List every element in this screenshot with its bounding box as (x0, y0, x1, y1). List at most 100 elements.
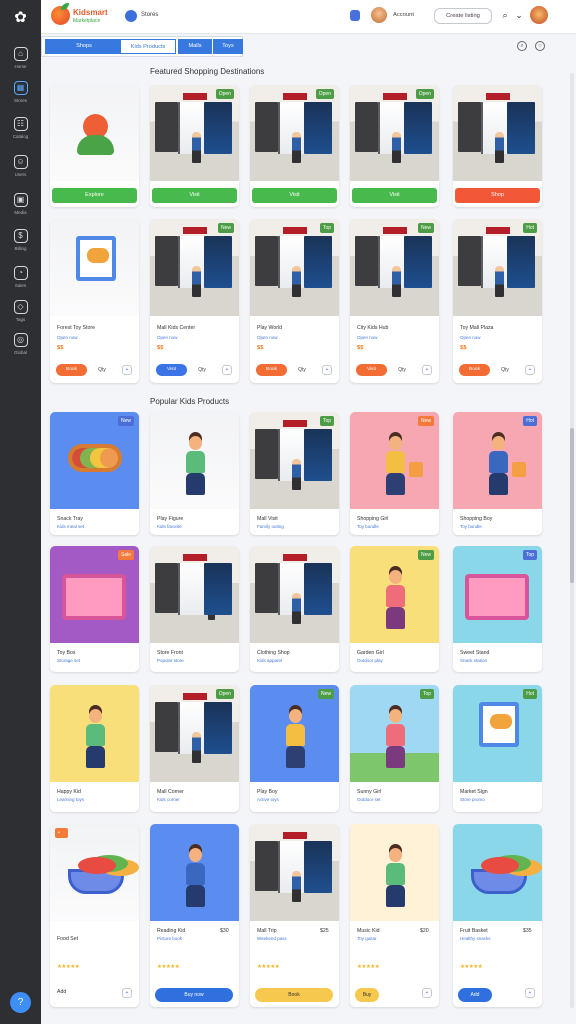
shop-detail-card[interactable]: New Mall Kids Center Open now $$ Visit Qty + (150, 219, 239, 383)
product-card[interactable]: Sale Toy Box Storage set (50, 546, 139, 672)
profile-avatar[interactable] (530, 6, 548, 24)
shop-button[interactable]: Shop (455, 188, 540, 203)
book-button[interactable]: Book (255, 988, 333, 1002)
product-card[interactable]: New Shopping Girl Toy bundle (350, 412, 439, 535)
add-button[interactable]: Add (458, 988, 492, 1002)
buy-button[interactable]: Buy (355, 988, 379, 1002)
cart-icon[interactable]: + (122, 365, 132, 375)
notification-icon[interactable] (350, 10, 360, 21)
scrollbar-thumb[interactable] (570, 428, 574, 583)
product-card[interactable]: Play Figure Kids favorite (150, 412, 239, 535)
search-icon[interactable]: ⌕ (499, 9, 511, 21)
settings-circle-icon[interactable]: ○ (535, 41, 545, 51)
product-name: Play Figure (157, 516, 184, 522)
store-sign (486, 93, 510, 100)
sidebar-item-catalog[interactable]: ☷ Catalog (0, 114, 41, 148)
review-card[interactable]: • Food Set ★★★★★ Add + (50, 824, 139, 1007)
product-subtitle: Storage set (57, 658, 81, 663)
review-card[interactable]: Music Kid Toy guitar $20 ★★★★★ Buy + (350, 824, 439, 1007)
sidebar-item-stores[interactable]: ▦ Stores (0, 78, 41, 112)
product-card[interactable]: Open Mall Corner Kids corner (150, 685, 239, 812)
product-card[interactable]: Hot Shopping Boy Toy bundle (453, 412, 542, 535)
shop-card[interactable]: Open Visit (250, 85, 339, 207)
book-button[interactable]: Book (56, 364, 87, 376)
product-name: Food Set (57, 936, 79, 942)
nav-store-icon[interactable] (125, 10, 137, 22)
book-button[interactable]: Book (256, 364, 287, 376)
account-label[interactable]: Account (393, 12, 435, 18)
buy-now-button[interactable]: Buy now (155, 988, 233, 1002)
fruit-basket-icon (471, 857, 527, 894)
shop-card[interactable]: Explore (50, 85, 139, 207)
cart-icon[interactable]: + (525, 988, 535, 998)
mall-image: New (150, 219, 239, 316)
store-sign (183, 693, 207, 700)
shop-detail-card[interactable]: Hot Toy Mall Plaza Open now $$ Book Qty + (453, 219, 542, 383)
product-card[interactable]: Store Front Popular store (150, 546, 239, 672)
sidebar-item-global[interactable]: ◎ Global (0, 330, 41, 364)
explore-button[interactable]: Explore (52, 188, 137, 203)
user-avatar[interactable] (371, 7, 387, 23)
shop-detail-card[interactable]: New City Kids Hub Open now $$ Visit Qty + (350, 219, 439, 383)
child-figure (384, 436, 407, 494)
child-figure (284, 709, 307, 767)
help-button[interactable]: ? (10, 992, 31, 1013)
tab-kids-products[interactable]: Kids Products (120, 39, 176, 54)
tab-malls[interactable]: Malls (178, 39, 212, 54)
create-listing-button[interactable]: Create listing (434, 8, 492, 24)
product-card[interactable]: Hot Market Sign Store promo (453, 685, 542, 812)
shop-card[interactable]: Open Visit (150, 85, 239, 207)
app-logo-icon[interactable]: ✿ (12, 9, 29, 26)
shop-detail-card[interactable]: Forest Toy Store Open now $$ Book Qty + (50, 219, 139, 383)
product-image: Hot (453, 685, 542, 782)
product-image: New (350, 546, 439, 643)
review-card[interactable]: Mall Trip Weekend pass $25 ★★★★★ Book (250, 824, 339, 1007)
visit-button[interactable]: Visit (152, 188, 237, 203)
book-button[interactable]: Book (459, 364, 490, 376)
product-card[interactable]: New Play Boy Active toys (250, 685, 339, 812)
add-label[interactable]: Add (57, 989, 91, 995)
shop-card[interactable]: Shop (453, 85, 542, 207)
visit-button[interactable]: Visit (156, 364, 187, 376)
cart-icon[interactable]: + (422, 365, 432, 375)
search-circle-icon[interactable]: ⌕ (517, 41, 527, 51)
visit-button[interactable]: Visit (352, 188, 437, 203)
status-badge: • (55, 828, 68, 838)
visit-button[interactable]: Visit (356, 364, 387, 376)
review-card[interactable]: Reading Kid Picture book $30 ★★★★★ Buy now (150, 824, 239, 1007)
quantity-label: Qty (98, 367, 106, 373)
sidebar-item-billing[interactable]: $ Billing (0, 226, 41, 260)
store-sign (283, 554, 307, 561)
sidebar-item-sales[interactable]: ◔ Sales (0, 263, 41, 297)
product-card[interactable]: Clothing Shop Kids apparel (250, 546, 339, 672)
price-level: $$ (57, 345, 64, 351)
filter-icon[interactable]: ⌄ (513, 9, 525, 21)
product-card[interactable]: Top Mall Visit Family outing (250, 412, 339, 535)
child-figure (84, 709, 107, 767)
sidebar-item-tags[interactable]: ◇ Tags (0, 297, 41, 331)
sidebar-item-media[interactable]: ▣ Media (0, 190, 41, 224)
product-card[interactable]: Happy Kid Learning toys (50, 685, 139, 812)
product-subtitle: Toy bundle (460, 524, 482, 529)
sidebar-item-users[interactable]: ☺ Users (0, 152, 41, 186)
product-card[interactable]: Top Sweet Stand Snack station (453, 546, 542, 672)
store-front (178, 563, 208, 615)
price-level: $$ (257, 345, 264, 351)
nav-stores-link[interactable]: Stores (141, 12, 191, 18)
product-card[interactable]: New Snack Tray Kids meal set (50, 412, 139, 535)
cart-icon[interactable]: + (122, 988, 132, 998)
shop-card[interactable]: Open Visit (350, 85, 439, 207)
cart-icon[interactable]: + (525, 365, 535, 375)
cart-icon[interactable]: + (222, 365, 232, 375)
sidebar-item-home[interactable]: ⌂ Home (0, 44, 41, 78)
tab-shops[interactable]: Shops (45, 39, 123, 54)
visit-button[interactable]: Visit (252, 188, 337, 203)
review-card[interactable]: Fruit Basket Healthy snacks $35 ★★★★★ Add + (453, 824, 542, 1007)
tab-toys[interactable]: Toys (213, 39, 243, 54)
product-subtitle: Kids meal set (57, 524, 85, 529)
shop-detail-card[interactable]: Top Play World Open now $$ Book Qty + (250, 219, 339, 383)
cart-icon[interactable]: + (422, 988, 432, 998)
cart-icon[interactable]: + (322, 365, 332, 375)
product-card[interactable]: Top Sunny Girl Outdoor set (350, 685, 439, 812)
product-card[interactable]: New Garden Girl Outdoor play (350, 546, 439, 672)
